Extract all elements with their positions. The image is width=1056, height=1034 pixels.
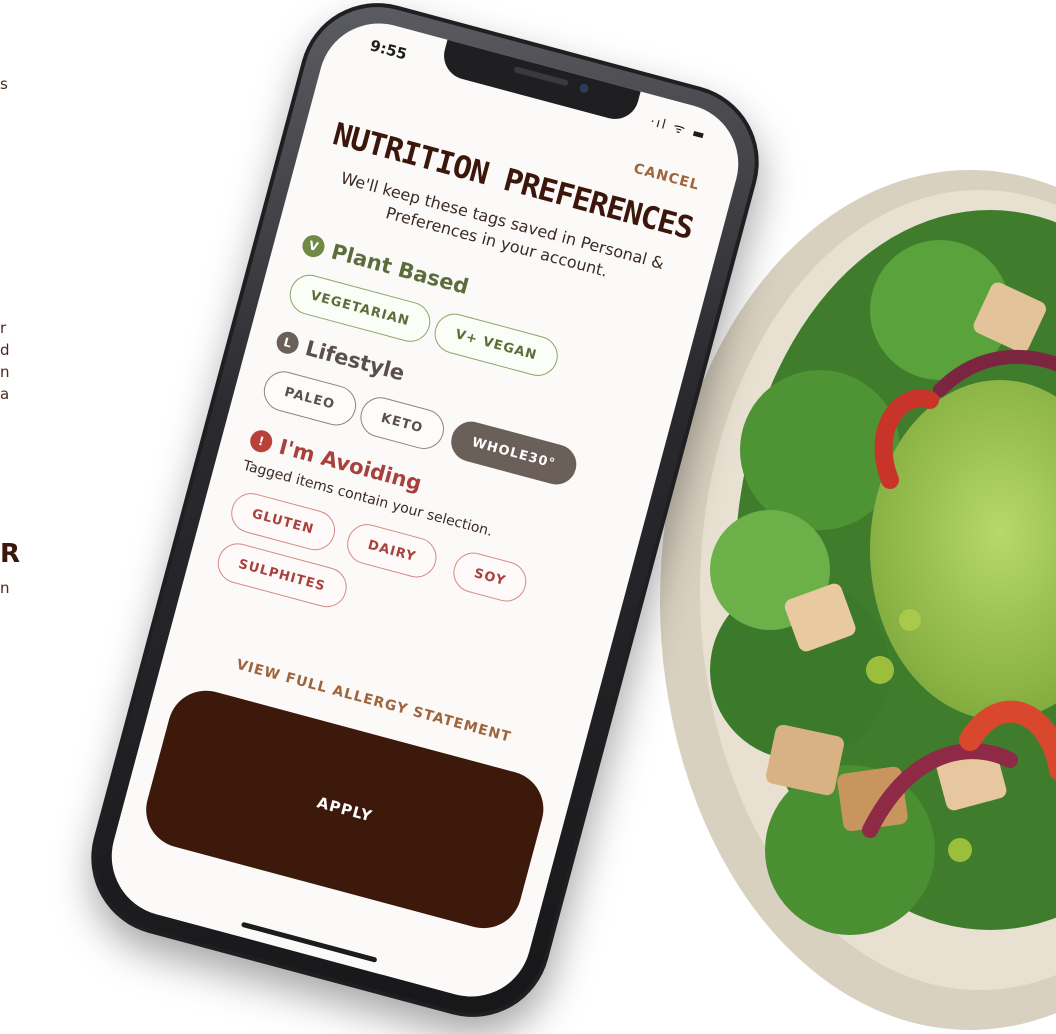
- chip-vegan[interactable]: V+ VEGAN: [430, 309, 563, 381]
- home-indicator[interactable]: [240, 921, 378, 963]
- chip-whole30-selected[interactable]: WHOLE30°: [446, 417, 581, 489]
- speaker-grille: [513, 66, 570, 87]
- status-time: 9:55: [368, 36, 409, 64]
- section-label: Lifestyle: [302, 336, 408, 386]
- chip-sulphites[interactable]: SULPHITES: [213, 538, 351, 612]
- chip-soy[interactable]: SOY: [448, 548, 532, 607]
- left-heading-fragment: R: [0, 539, 21, 569]
- phone-notch: [438, 37, 642, 125]
- cancel-button[interactable]: CANCEL: [632, 161, 701, 194]
- signal-wifi-battery-icon: ·ıl ᯤ ▬: [648, 114, 709, 144]
- vegetarian-badge-icon: V: [300, 232, 327, 260]
- left-text-fragment: r: [0, 319, 7, 337]
- left-text-fragment: a: [0, 385, 10, 403]
- warning-badge-icon: !: [247, 427, 275, 455]
- left-text-fragment: n: [0, 579, 10, 597]
- left-text-fragment: n: [0, 363, 10, 381]
- left-text-fragment: s: [0, 75, 8, 93]
- lifestyle-badge-icon: L: [274, 329, 302, 357]
- chip-paleo[interactable]: PALEO: [259, 366, 361, 430]
- apply-button[interactable]: APPLY: [137, 682, 552, 937]
- left-text-fragment: d: [0, 341, 10, 359]
- chip-keto[interactable]: KETO: [355, 392, 449, 454]
- chip-dairy[interactable]: DAIRY: [342, 519, 442, 582]
- front-camera: [578, 82, 590, 94]
